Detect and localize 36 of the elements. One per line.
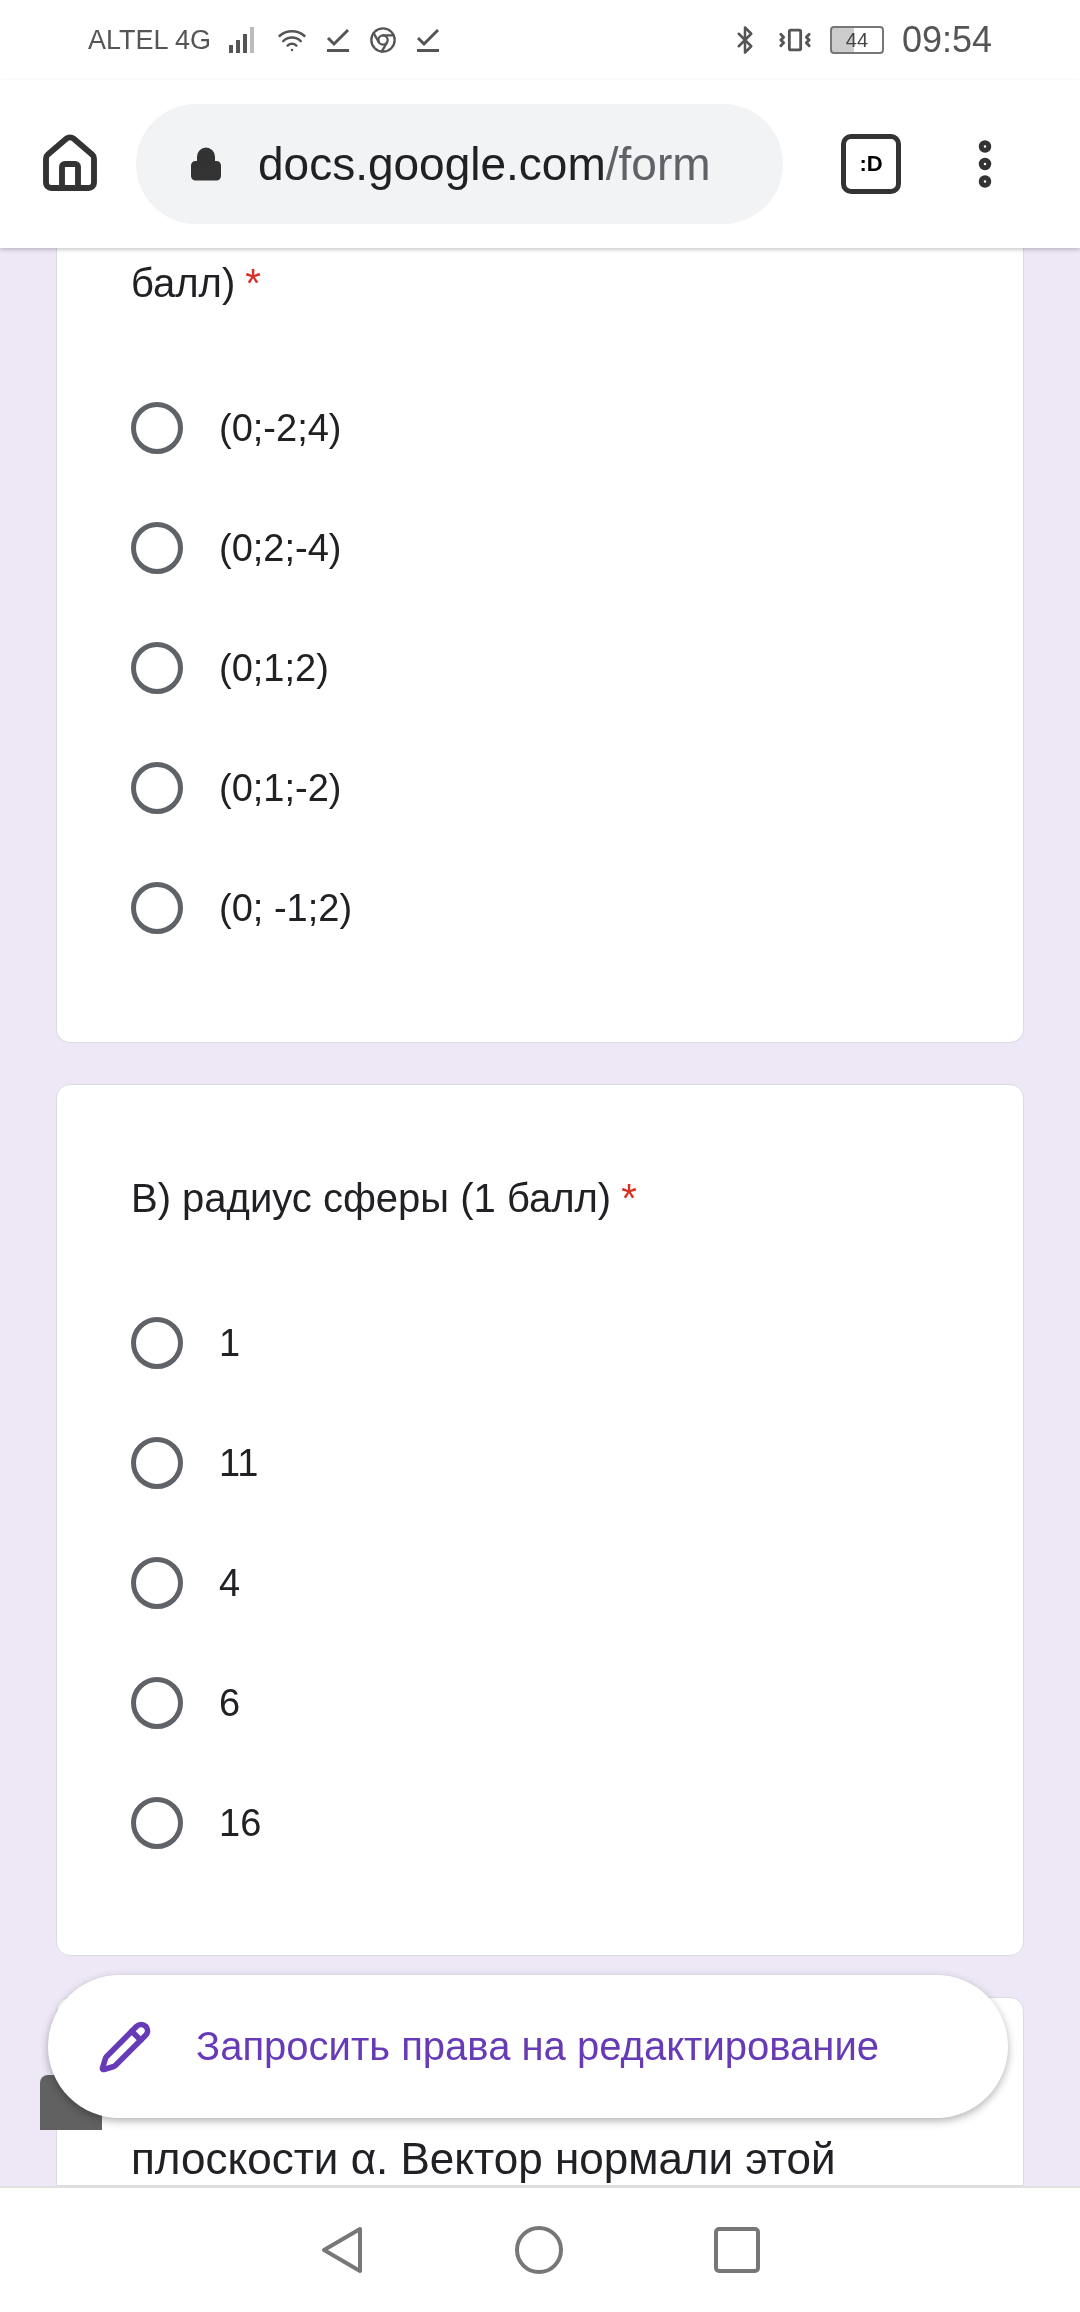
tab-switcher[interactable]: :D [841, 134, 901, 194]
option-label: 4 [219, 1561, 241, 1605]
radio-button[interactable] [131, 1677, 183, 1729]
option-label: 11 [219, 1441, 259, 1485]
radio-button[interactable] [131, 522, 183, 574]
chrome-icon [369, 26, 398, 54]
option-label: (0;1;-2) [219, 766, 342, 810]
option-label: (0;1;2) [219, 646, 329, 690]
back-icon[interactable] [320, 2225, 364, 2275]
recents-icon[interactable] [714, 2227, 760, 2273]
radio-button[interactable] [131, 1437, 183, 1489]
request-edit-button[interactable]: Запросить права на редактирование [48, 1975, 1008, 2118]
download-done-icon [325, 27, 352, 53]
question-text: плоскости α. Вектор нормали этой [131, 2134, 837, 2184]
radio-button[interactable] [131, 642, 183, 694]
pencil-icon [98, 2019, 152, 2074]
option-label: (0;2;-4) [219, 526, 342, 570]
lock-icon [188, 146, 224, 182]
battery-icon: 44 [829, 26, 884, 54]
clock: 09:54 [901, 19, 992, 61]
option-label: (0;-2;4) [219, 406, 342, 450]
question-title: балл) * [131, 260, 262, 307]
radio-button[interactable] [131, 1797, 183, 1849]
carrier-label: ALTEL 4G [88, 24, 212, 56]
option-label: 1 [219, 1321, 241, 1365]
radio-button[interactable] [131, 1317, 183, 1369]
option-label: (0; -1;2) [219, 886, 353, 930]
radio-button[interactable] [131, 1557, 183, 1609]
radio-button[interactable] [131, 402, 183, 454]
radio-button[interactable] [131, 882, 183, 934]
question-title: В) радиус сферы (1 балл) * [131, 1175, 638, 1222]
download-done-icon [415, 27, 442, 53]
option-label: 6 [219, 1681, 241, 1725]
radio-button[interactable] [131, 762, 183, 814]
option-label: 16 [219, 1801, 262, 1845]
url-bar[interactable]: docs.google.com/form [136, 104, 783, 224]
